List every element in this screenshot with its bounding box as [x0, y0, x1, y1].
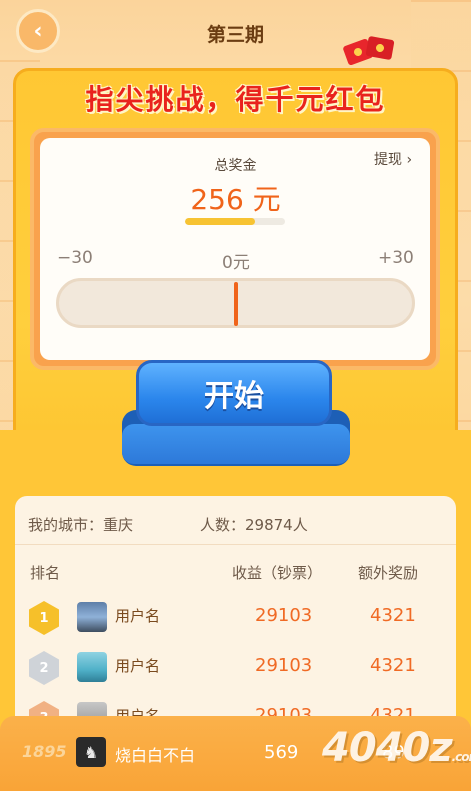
slider-marker	[234, 282, 238, 326]
my-city: 我的城市：重庆	[28, 516, 134, 534]
my-name: 烧白白不白	[115, 746, 196, 765]
scale-center-label: 0元	[222, 253, 250, 273]
total-prize-amount: 256 元	[190, 183, 281, 216]
prize-progress-fill	[185, 218, 255, 225]
table-row[interactable]: 1 用户名 29103 4321	[15, 593, 456, 643]
header-bonus: 额外奖励	[358, 564, 419, 582]
rank-badge: 1	[29, 601, 59, 635]
bonus-value: 4321	[370, 605, 416, 626]
earnings-value: 29103	[255, 655, 313, 676]
avatar	[77, 652, 107, 682]
user-name: 用户名	[115, 607, 161, 625]
start-button-label: 开始	[204, 379, 264, 414]
participant-count: 人数：29874人	[200, 516, 308, 534]
user-name: 用户名	[115, 657, 161, 675]
earnings-value: 29103	[255, 605, 313, 626]
my-rank: 1895	[22, 742, 67, 761]
withdraw-link[interactable]: 提现 ›	[374, 149, 412, 169]
my-earnings: 569	[264, 742, 299, 763]
rank-badge: 2	[29, 651, 59, 685]
watermark-suffix: .com	[451, 750, 471, 764]
scale-min-label: −30	[57, 248, 93, 268]
avatar: ♞	[76, 737, 106, 767]
start-button-base	[122, 424, 350, 464]
watermark-logo: 4040z.com	[322, 725, 471, 791]
divider	[15, 544, 456, 545]
start-button[interactable]: 开始	[136, 360, 332, 426]
slogan-banner: 指尖挑战，得千元红包	[85, 83, 386, 116]
header-earnings: 收益（钞票）	[232, 564, 323, 582]
scale-max-label: +30	[378, 248, 414, 268]
avatar	[77, 602, 107, 632]
header-rank: 排名	[30, 564, 61, 582]
table-row[interactable]: 2 用户名 29103 4321	[15, 643, 456, 693]
prize-progress-bar	[185, 218, 285, 225]
bonus-value: 4321	[370, 655, 416, 676]
watermark-text: 4040z	[322, 725, 453, 771]
